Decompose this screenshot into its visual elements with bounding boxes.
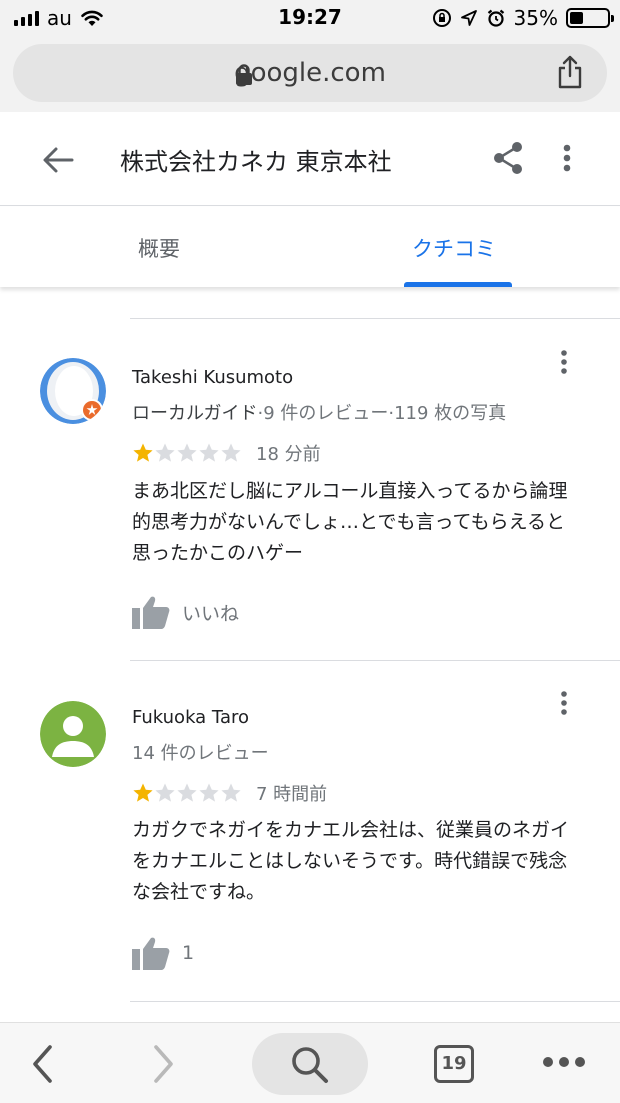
browser-back-icon[interactable] bbox=[28, 1043, 58, 1085]
tab-reviews[interactable]: クチコミ bbox=[412, 233, 496, 263]
star-empty-icon bbox=[177, 443, 197, 462]
reviewer-counts: ·9 件のレビュー·119 枚の写真 bbox=[257, 403, 507, 424]
reviewer-meta: ローカルガイド·9 件のレビュー·119 枚の写真 bbox=[132, 399, 506, 425]
more-vert-icon[interactable] bbox=[552, 138, 582, 178]
review-text: まあ北区だし脳にアルコール直接入ってるから論理的思考力がないんでしょ…とでも言っ… bbox=[132, 480, 568, 564]
rating-row: 18 分前 bbox=[132, 441, 321, 465]
reviewer-name[interactable]: Fukuoka Taro bbox=[132, 707, 249, 728]
rating-row: 7 時間前 bbox=[132, 781, 327, 805]
star-empty-icon bbox=[155, 783, 175, 802]
like-row[interactable]: 1 bbox=[132, 933, 194, 973]
like-label: いいね bbox=[182, 602, 240, 625]
address-bar[interactable]: google.com bbox=[13, 44, 607, 102]
reviewer-avatar[interactable] bbox=[40, 701, 106, 767]
star-empty-icon bbox=[221, 783, 241, 802]
star-filled-icon bbox=[133, 443, 153, 462]
review-time: 7 時間前 bbox=[256, 784, 328, 805]
review-card: Takeshi Kusumoto ローカルガイド·9 件のレビュー·119 枚の… bbox=[0, 320, 620, 660]
divider bbox=[130, 1001, 620, 1002]
browser-forward-icon[interactable] bbox=[148, 1043, 178, 1085]
like-count: 1 bbox=[182, 942, 195, 964]
more-horiz-icon[interactable] bbox=[543, 1057, 585, 1067]
status-bar: au 19:27 35% bbox=[0, 0, 620, 36]
star-empty-icon bbox=[199, 783, 219, 802]
tab-overview[interactable]: 概要 bbox=[138, 233, 180, 263]
review-more-icon[interactable] bbox=[552, 689, 576, 719]
thumbs-up-icon bbox=[132, 937, 170, 970]
browser-address-area: google.com bbox=[0, 36, 620, 112]
battery-percent: 35% bbox=[513, 6, 558, 30]
alarm-icon bbox=[487, 9, 504, 27]
search-button[interactable] bbox=[252, 1033, 368, 1095]
orientation-lock-icon bbox=[432, 9, 451, 27]
reviewer-meta: 14 件のレビュー bbox=[132, 743, 269, 764]
browser-toolbar: 19 bbox=[0, 1022, 620, 1103]
url-domain: google.com bbox=[234, 58, 386, 88]
reviewer-avatar[interactable] bbox=[40, 358, 106, 424]
star-empty-icon bbox=[199, 443, 219, 462]
share-nodes-icon[interactable] bbox=[488, 138, 528, 178]
status-right: 35% bbox=[432, 6, 614, 30]
active-tab-indicator bbox=[404, 282, 512, 287]
star-empty-icon bbox=[177, 783, 197, 802]
review-card: Fukuoka Taro 14 件のレビュー 7 時間前 カガクでネガイをカナエ… bbox=[0, 661, 620, 1001]
local-guide-avatar-icon bbox=[40, 358, 106, 424]
place-tabs: 概要 クチコミ bbox=[0, 207, 620, 287]
battery-icon bbox=[566, 8, 614, 28]
local-guide-label: ローカルガイド bbox=[132, 403, 258, 424]
place-header: 株式会社カネカ 東京本社 bbox=[0, 112, 620, 206]
search-icon bbox=[292, 1047, 328, 1083]
star-empty-icon bbox=[155, 443, 175, 462]
default-person-avatar-icon bbox=[40, 701, 106, 767]
divider bbox=[130, 318, 620, 319]
back-arrow-icon[interactable] bbox=[38, 140, 78, 180]
battery-level bbox=[570, 12, 583, 24]
place-title: 株式会社カネカ 東京本社 bbox=[120, 148, 392, 176]
like-row[interactable]: いいね bbox=[132, 592, 239, 632]
star-empty-icon bbox=[221, 443, 241, 462]
review-text: カガクでネガイをカナエル会社は、従業員のネガイをカナエルことはしないそうです。時… bbox=[132, 819, 570, 903]
reviewer-name[interactable]: Takeshi Kusumoto bbox=[132, 367, 293, 388]
star-rating bbox=[132, 442, 242, 464]
location-arrow-icon bbox=[460, 10, 477, 26]
star-filled-icon bbox=[133, 783, 153, 802]
review-more-icon[interactable] bbox=[552, 348, 576, 378]
share-icon[interactable] bbox=[555, 54, 585, 90]
review-time: 18 分前 bbox=[256, 444, 321, 465]
thumbs-up-icon bbox=[132, 596, 170, 629]
star-rating bbox=[132, 782, 242, 804]
tab-switcher-button[interactable]: 19 bbox=[434, 1045, 474, 1083]
